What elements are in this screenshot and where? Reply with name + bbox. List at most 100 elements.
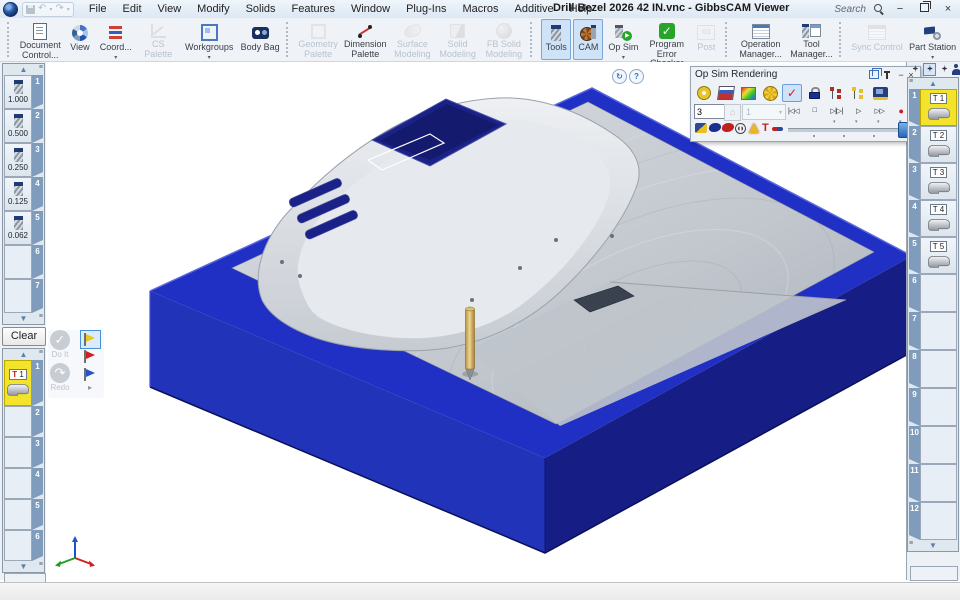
tool-group-slot-10[interactable]: 10 bbox=[909, 426, 957, 464]
operation-slot-3[interactable]: 3 bbox=[4, 437, 43, 468]
sim-speed-slider[interactable] bbox=[788, 128, 906, 132]
menu-edit[interactable]: Edit bbox=[116, 2, 149, 16]
menu-plugins[interactable]: Plug-Ins bbox=[399, 2, 453, 16]
clear-button[interactable]: Clear bbox=[2, 327, 46, 346]
tool-slot-5[interactable]: 0.062 5 bbox=[4, 211, 43, 245]
scroll-end-icon[interactable]: ≡ bbox=[39, 349, 43, 357]
menu-view[interactable]: View bbox=[151, 2, 189, 16]
tool-slot-4[interactable]: 0.125 4 bbox=[4, 177, 43, 211]
chevron-down-icon[interactable]: ▾ bbox=[208, 54, 211, 61]
view-button[interactable]: View bbox=[65, 19, 95, 60]
tool-group-slot-7[interactable]: 7 bbox=[909, 312, 957, 350]
refresh-icon[interactable]: ↻ bbox=[612, 69, 627, 84]
lock-button[interactable] bbox=[804, 84, 824, 102]
scroll-end-icon[interactable]: ≡ bbox=[39, 313, 43, 321]
tool-position-center-icon[interactable]: ◂|▸ bbox=[923, 63, 937, 76]
op-number-input[interactable] bbox=[694, 104, 726, 119]
step-forward-button[interactable]: ▷|▷| bbox=[825, 103, 848, 118]
scroll-up-button[interactable]: ≡ ▲ bbox=[908, 78, 958, 89]
tool-position-right-icon[interactable]: ◂|▸ bbox=[937, 63, 951, 76]
stock-layers-button[interactable] bbox=[716, 84, 736, 102]
palette-title-bar[interactable]: Op Sim Rendering − × bbox=[691, 67, 920, 82]
operation-slot-4[interactable]: 4 bbox=[4, 468, 43, 499]
text-display-icon[interactable]: T bbox=[762, 123, 769, 134]
operation-manager-button[interactable]: Operation Manager... bbox=[735, 19, 786, 60]
go-to-start-button[interactable]: |◁◁ bbox=[783, 103, 804, 118]
process-tree-button[interactable] bbox=[826, 84, 846, 102]
menu-macros[interactable]: Macros bbox=[455, 2, 505, 16]
menu-features[interactable]: Features bbox=[285, 2, 342, 16]
minimize-button[interactable]: − bbox=[892, 3, 908, 15]
coord-button[interactable]: Coord... ▾ bbox=[97, 19, 135, 60]
toolpath-display-icon[interactable] bbox=[772, 127, 783, 131]
cam-button[interactable]: CAM bbox=[573, 19, 603, 60]
maximize-button[interactable] bbox=[916, 3, 932, 15]
tools-button[interactable]: Tools bbox=[541, 19, 571, 60]
menu-modify[interactable]: Modify bbox=[190, 2, 236, 16]
stock-display-button[interactable] bbox=[694, 84, 714, 102]
tool-group-slot-4[interactable]: 4 T 4 bbox=[909, 200, 957, 237]
op-tree-button[interactable] bbox=[848, 84, 868, 102]
operation-slot-1[interactable]: T 1 1 bbox=[4, 360, 43, 406]
tool-slot-1[interactable]: 1.000 1 bbox=[4, 75, 43, 109]
tool-manager-button[interactable]: Tool Manager... bbox=[788, 19, 835, 60]
chevron-down-icon[interactable]: ▾ bbox=[114, 54, 117, 61]
chevron-right-icon[interactable]: ▸ bbox=[88, 383, 92, 392]
menu-file[interactable]: File bbox=[82, 2, 114, 16]
part-station-button[interactable]: Part Station ▾ bbox=[906, 19, 959, 60]
tool-group-slot-5[interactable]: 5 T 5 bbox=[909, 237, 957, 274]
tool-group-slot-3[interactable]: 3 T 3 bbox=[909, 163, 957, 200]
help-icon[interactable]: ? bbox=[629, 69, 644, 84]
program-error-checker-button[interactable]: ✓ Program Error Checker bbox=[643, 19, 690, 60]
tool-segment-icon[interactable] bbox=[695, 123, 707, 133]
dimension-palette-button[interactable]: Dimension Palette bbox=[342, 19, 389, 60]
holder-display-icon[interactable] bbox=[735, 123, 746, 134]
chevron-down-icon[interactable]: ▾ bbox=[931, 54, 934, 61]
tool-group-slot-1[interactable]: 1 T 1 bbox=[909, 89, 957, 126]
workgroups-button[interactable]: Workgroups ▾ bbox=[182, 19, 237, 60]
fast-forward-button[interactable]: ▷▷ bbox=[869, 103, 890, 118]
search-icon[interactable] bbox=[874, 4, 884, 14]
rapid-wedge-icon[interactable] bbox=[708, 123, 722, 132]
pin-icon[interactable] bbox=[886, 71, 888, 79]
operation-slot-6[interactable]: 6 bbox=[4, 530, 43, 561]
tool-group-slot-9[interactable]: 9 bbox=[909, 388, 957, 426]
scroll-end-icon[interactable]: ≡ bbox=[909, 540, 913, 548]
tool-group-slot-8[interactable]: 8 bbox=[909, 350, 957, 388]
app-icon[interactable] bbox=[3, 2, 18, 17]
operation-slot-5[interactable]: 5 bbox=[4, 499, 43, 530]
tool-position-left-icon[interactable]: ◂|▸ bbox=[908, 63, 922, 76]
verify-check-button[interactable]: ✓ bbox=[782, 84, 802, 102]
tool-group-slot-12[interactable]: 12 bbox=[909, 502, 957, 540]
warning-triangle-icon[interactable] bbox=[749, 123, 759, 133]
scroll-end-icon[interactable]: ≡ bbox=[909, 78, 913, 86]
tool-group-slot-6[interactable]: 6 bbox=[909, 274, 957, 312]
stop-button[interactable]: □ bbox=[804, 103, 825, 118]
dock-window-icon[interactable] bbox=[869, 70, 879, 79]
tool-slot-6[interactable]: 6 bbox=[4, 245, 43, 279]
scroll-down-button[interactable]: ≡ ▼ bbox=[908, 540, 958, 551]
scroll-down-button[interactable]: ▼ ≡ bbox=[3, 313, 44, 324]
operator-icon[interactable] bbox=[952, 64, 960, 75]
tool-group-slot-11[interactable]: 11 bbox=[909, 464, 957, 502]
operation-slot-2[interactable]: 2 bbox=[4, 406, 43, 437]
op-sim-button[interactable]: Op Sim ▾ bbox=[605, 19, 641, 60]
yellow-flag-button[interactable] bbox=[80, 330, 101, 349]
scroll-end-icon[interactable]: ≡ bbox=[39, 561, 43, 569]
tool-group-slot-2[interactable]: 2 T 2 bbox=[909, 126, 957, 163]
chevron-down-icon[interactable]: ▾ bbox=[622, 54, 625, 61]
tool-slot-3[interactable]: 0.250 3 bbox=[4, 143, 43, 177]
close-button[interactable]: × bbox=[940, 3, 956, 15]
collision-alarm-button[interactable] bbox=[760, 84, 780, 102]
scroll-up-button[interactable]: ▲ ≡ bbox=[3, 349, 44, 360]
body-bag-button[interactable]: Body Bag bbox=[238, 19, 281, 60]
minimize-palette-button[interactable]: − bbox=[896, 70, 906, 80]
machine-sim-button[interactable] bbox=[870, 84, 890, 102]
rendered-image-button[interactable] bbox=[738, 84, 758, 102]
document-control-button[interactable]: Document Control... bbox=[18, 19, 63, 60]
tool-slot-7[interactable]: 7 bbox=[4, 279, 43, 313]
menu-window[interactable]: Window bbox=[344, 2, 397, 16]
cut-wedge-icon[interactable] bbox=[721, 123, 735, 132]
scroll-down-button[interactable]: ▼ ≡ bbox=[3, 561, 44, 572]
scroll-end-icon[interactable]: ≡ bbox=[39, 64, 43, 72]
